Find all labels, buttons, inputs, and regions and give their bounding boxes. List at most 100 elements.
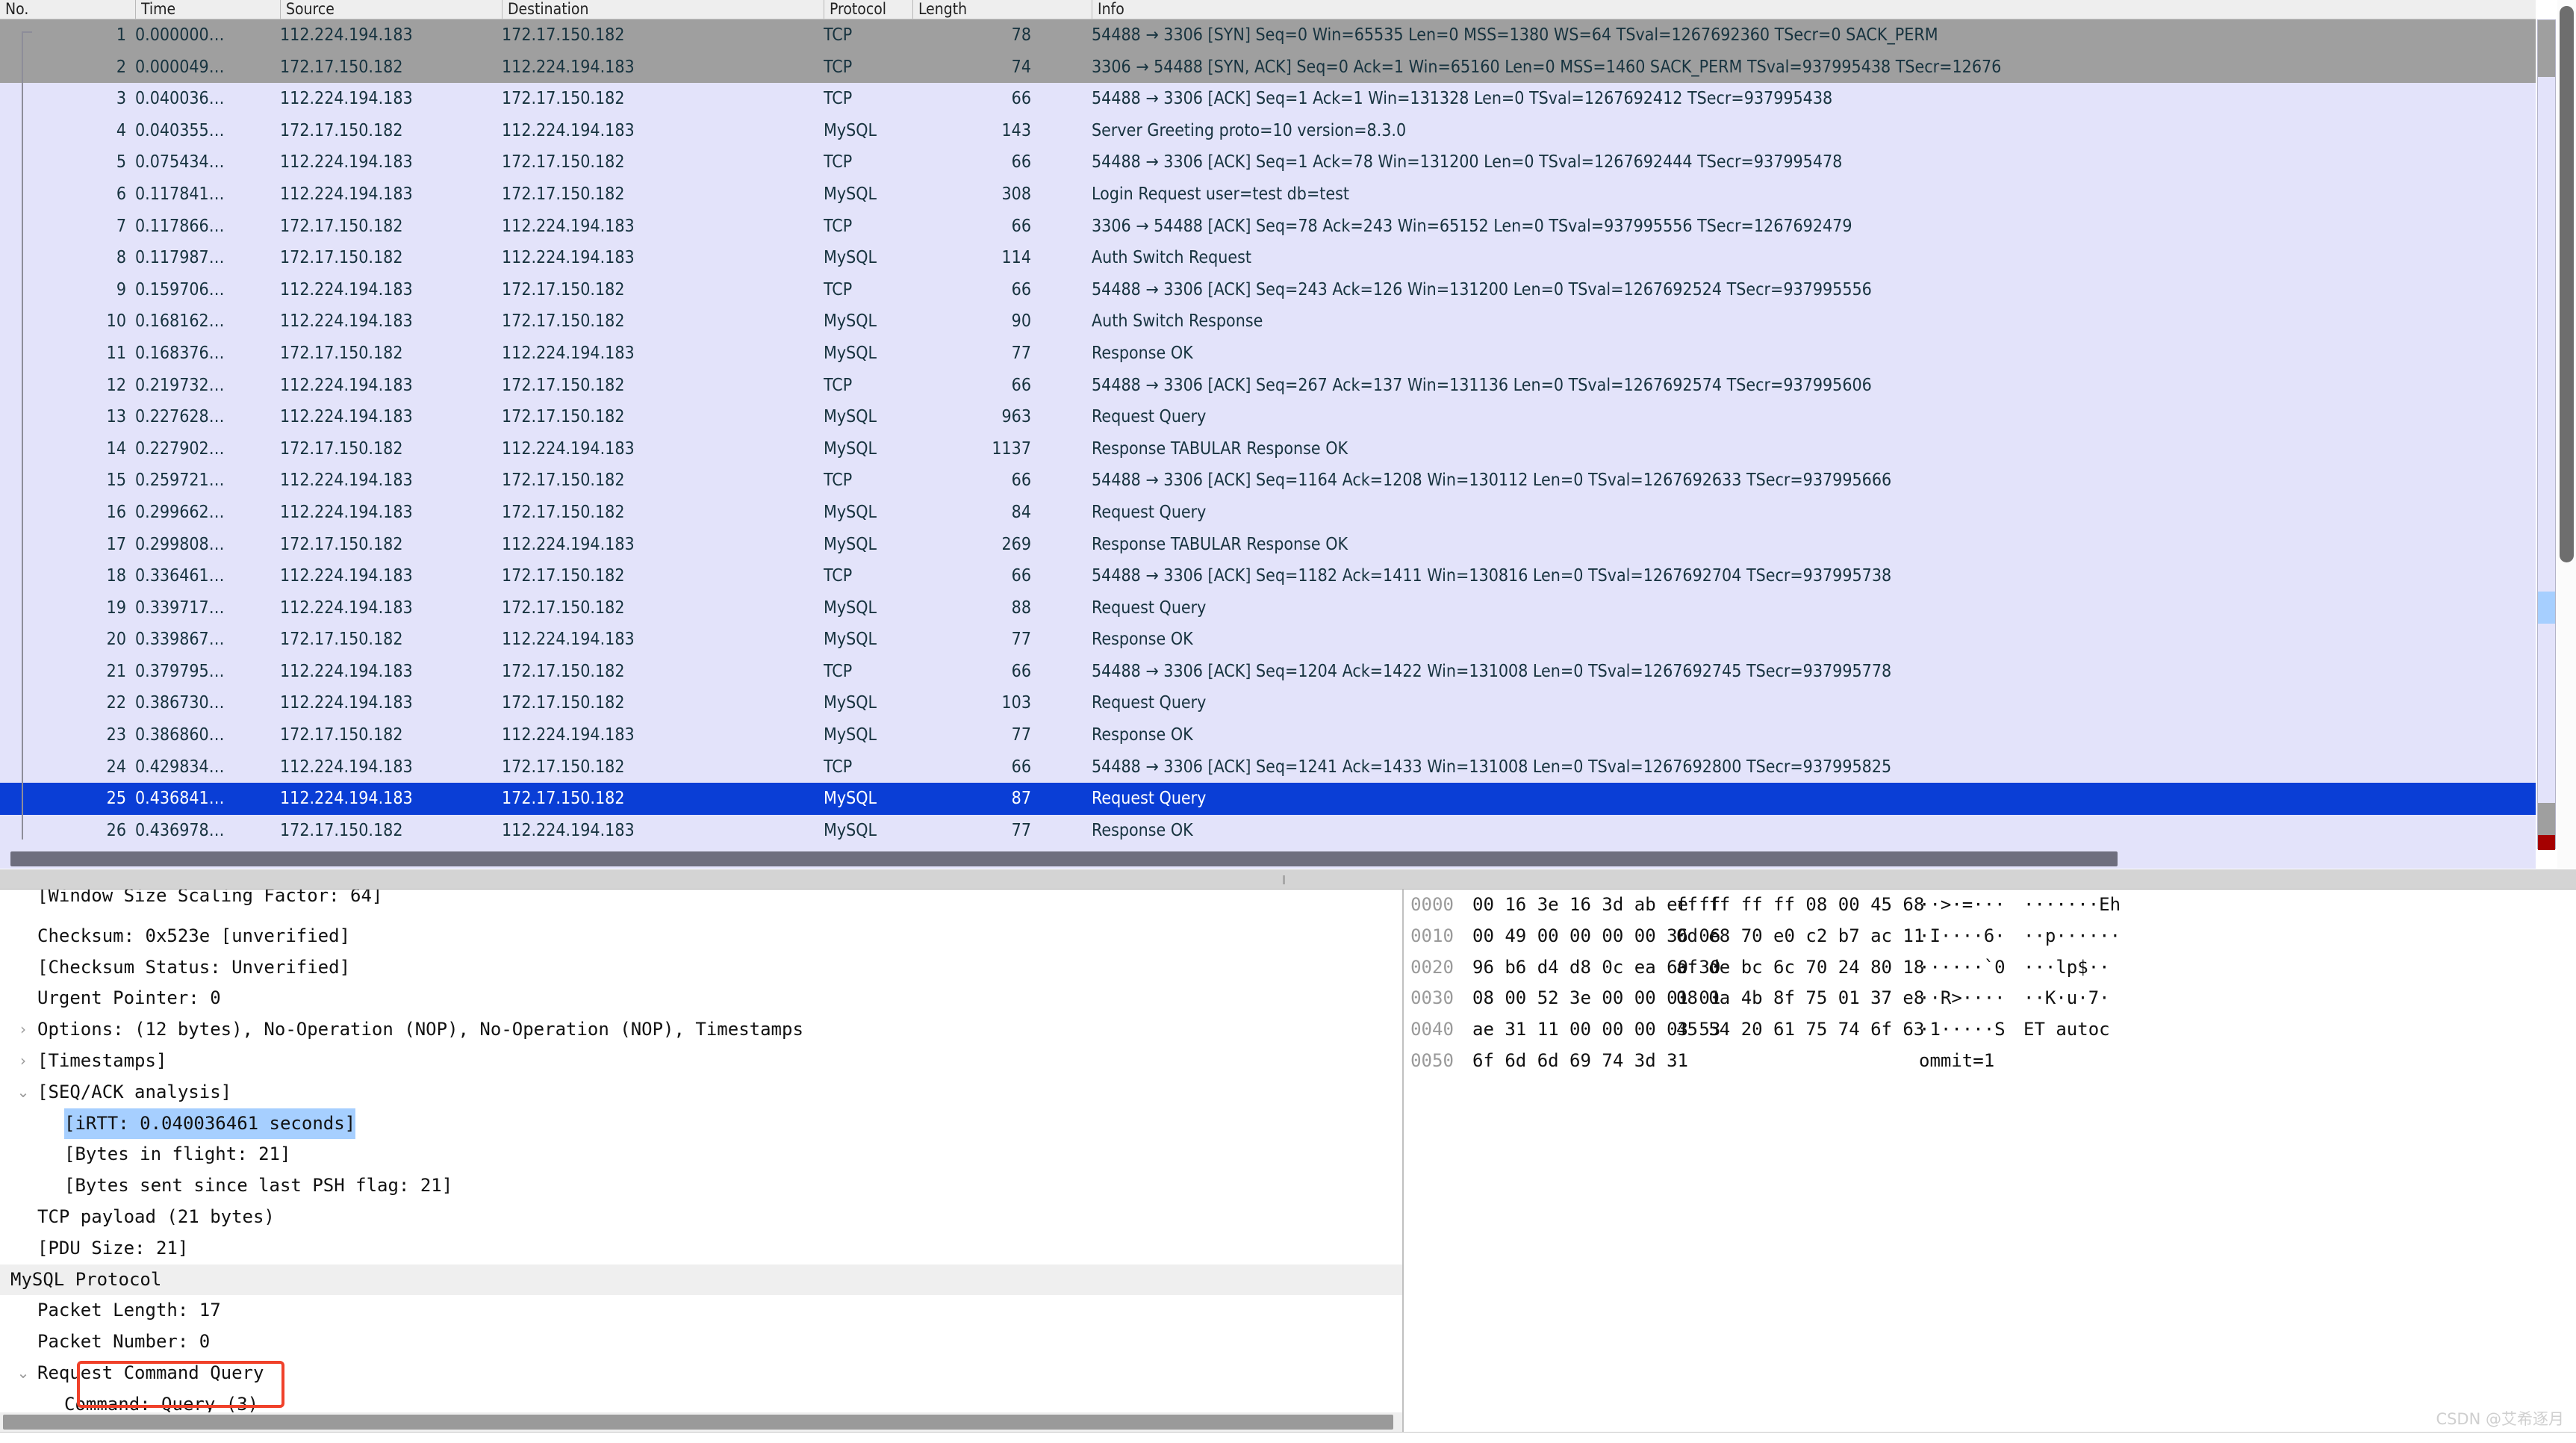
cell-len: 66 [1011,566,1031,586]
cell-src: 112.224.194.183 [280,407,413,427]
chevron-right-icon[interactable]: › [15,1014,31,1046]
column-header-no[interactable]: No. [0,0,135,19]
detail-tree-row[interactable]: Checksum: 0x523e [unverified] [0,921,1404,952]
cell-dst: 172.17.150.182 [502,375,625,395]
table-row[interactable]: 1 0.000000… 112.224.194.183 172.17.150.182 T… [0,19,2536,52]
detail-tree-row[interactable]: › [Timestamps] [0,1046,1404,1077]
table-row[interactable]: 21 0.379795… 112.224.194.183 172.17.150.182… [0,655,2536,688]
chevron-down-icon[interactable]: ⌄ [15,1358,31,1389]
hex-dump-row[interactable]: 0030 08 00 52 3e 00 00 01 01 08 0a 4b 8f 7… [1404,983,2576,1014]
detail-tree-row[interactable]: [Checksum Status: Unverified] [0,952,1404,984]
table-row[interactable]: 24 0.429834… 112.224.194.183 172.17.150.182… [0,751,2536,783]
table-row[interactable]: 17 0.299808… 172.17.150.182 112.224.194.183… [0,528,2536,561]
cell-time: 0.299808… [135,534,225,554]
table-row[interactable]: 19 0.339717… 112.224.194.183 172.17.150.182… [0,592,2536,624]
packet-list-header[interactable]: No. Time Source Destination Protocol Length In… [0,0,2536,19]
detail-tree-row[interactable]: [Window Size Scaling Factor: 64] [0,890,1404,921]
table-row[interactable]: 9 0.159706… 112.224.194.183 172.17.150.182 T… [0,273,2536,306]
detail-tree-row[interactable]: Packet Length: 17 [0,1295,1404,1326]
table-row[interactable]: 12 0.219732… 112.224.194.183 172.17.150.182… [0,369,2536,402]
cell-info: 54488 → 3306 [SYN] Seq=0 Win=65535 Len=0… [1092,25,1938,45]
hex-bytes-second-half: 08 0a 4b 8f 75 01 37 e8 [1676,987,1925,1009]
intelligent-scrollbar-minimap[interactable] [2537,19,2556,850]
detail-pane-horizontal-scrollbar[interactable] [0,1412,1402,1432]
table-row[interactable]: 25 0.436841… 112.224.194.183 172.17.150.182… [0,783,2536,815]
cell-proto: TCP [824,25,853,45]
table-row[interactable]: 23 0.386860… 172.17.150.182 112.224.194.183… [0,719,2536,751]
detail-tree-row[interactable]: › Options: (12 bytes), No-Operation (NOP)… [0,1014,1404,1046]
cell-proto: MySQL [824,343,877,363]
column-header-source[interactable]: Source [280,0,502,19]
cell-no: 13 [106,407,126,427]
detail-tree-row[interactable]: TCP payload (21 bytes) [0,1202,1404,1233]
table-row[interactable]: 2 0.000049… 172.17.150.182 112.224.194.183 T… [0,51,2536,84]
column-header-protocol[interactable]: Protocol [824,0,912,19]
column-header-time[interactable]: Time [135,0,280,19]
table-row[interactable]: 10 0.168162… 112.224.194.183 172.17.150.182… [0,305,2536,338]
cell-info: 54488 → 3306 [ACK] Seq=1204 Ack=1422 Win… [1092,661,1892,681]
table-row[interactable]: 3 0.040036… 112.224.194.183 172.17.150.182 T… [0,83,2536,115]
cell-info: 3306 → 54488 [ACK] Seq=78 Ack=243 Win=65… [1092,216,1852,236]
column-header-destination[interactable]: Destination [502,0,824,19]
hex-ascii-first-half: ······`0 [1919,956,2006,978]
detail-tree-row[interactable]: Command: Query (3) [0,1389,1404,1412]
packet-details-pane[interactable]: [Window Size Scaling Factor: 64] Checksum… [0,890,1404,1412]
detail-tree-row[interactable]: ⌄ MySQL Protocol [0,1264,1404,1296]
cell-src: 112.224.194.183 [280,661,413,681]
column-header-info[interactable]: Info [1092,0,2536,19]
table-row[interactable]: 13 0.227628… 112.224.194.183 172.17.150.182… [0,401,2536,433]
hex-ascii-first-half: ··R>···· [1919,987,2006,1009]
table-row[interactable]: 26 0.436978… 172.17.150.182 112.224.194.183… [0,814,2536,847]
hex-dump-row[interactable]: 0000 00 16 3e 16 3d ab ee ff ff ff ff ff 0… [1404,890,2576,921]
table-row[interactable]: 22 0.386730… 112.224.194.183 172.17.150.182… [0,687,2536,720]
cell-dst: 172.17.150.182 [502,311,625,332]
detail-tree-row[interactable]: [Bytes in flight: 21] [0,1139,1404,1170]
table-row[interactable]: 14 0.227902… 172.17.150.182 112.224.194.183… [0,432,2536,465]
cell-no: 22 [106,693,126,713]
detail-tree-row[interactable]: Urgent Pointer: 0 [0,983,1404,1014]
cell-src: 172.17.150.182 [280,248,403,268]
table-row[interactable]: 4 0.040355… 172.17.150.182 112.224.194.183 M… [0,114,2536,147]
packet-list-vscroll-thumb[interactable] [2560,6,2574,562]
cell-proto: MySQL [824,311,877,332]
table-row[interactable]: 5 0.075434… 112.224.194.183 172.17.150.182 T… [0,146,2536,179]
table-row[interactable]: 8 0.117987… 172.17.150.182 112.224.194.183 M… [0,242,2536,274]
detail-pane-hscroll-thumb[interactable] [3,1415,1393,1430]
table-row[interactable]: 18 0.336461… 112.224.194.183 172.17.150.182… [0,560,2536,592]
detail-tree-row[interactable]: [PDU Size: 21] [0,1233,1404,1264]
packet-list-hscroll-thumb[interactable] [10,851,2118,866]
packet-list-pane[interactable]: No. Time Source Destination Protocol Length In… [0,0,2576,869]
detail-row-label: Request Command Query [37,1362,264,1383]
detail-tree-row[interactable]: Packet Number: 0 [0,1326,1404,1358]
packet-list-vertical-scrollbar[interactable] [2557,0,2576,869]
hex-dump-row[interactable]: 0020 96 b6 d4 d8 0c ea 60 30 af de bc 6c 7… [1404,952,2576,984]
hex-ascii-second-half: ···lp$·· [2023,956,2110,978]
hex-dump-row[interactable]: 0040 ae 31 11 00 00 00 03 53 45 54 20 61 7… [1404,1014,2576,1046]
pane-splitter[interactable] [0,869,2576,890]
chevron-down-icon[interactable]: ⌄ [15,1077,31,1108]
cell-len: 87 [1011,789,1031,809]
packet-list-horizontal-scrollbar[interactable] [0,849,2536,869]
detail-tree-row[interactable]: ⌄ Request Command Query [0,1358,1404,1389]
table-row[interactable]: 15 0.259721… 112.224.194.183 172.17.150.182… [0,465,2536,497]
table-row[interactable]: 11 0.168376… 172.17.150.182 112.224.194.183… [0,337,2536,370]
column-header-length[interactable]: Length [912,0,1092,19]
cell-src: 112.224.194.183 [280,566,413,586]
detail-tree-row[interactable]: ⌄ [SEQ/ACK analysis] [0,1077,1404,1108]
cell-src: 172.17.150.182 [280,57,403,77]
detail-tree-row[interactable]: [iRTT: 0.040036461 seconds] [0,1108,1404,1140]
chevron-down-icon[interactable]: ⌄ [0,1264,4,1296]
cell-info: Request Query [1092,693,1207,713]
packet-list-rows[interactable]: 1 0.000000… 112.224.194.183 172.17.150.182 T… [0,19,2536,849]
table-row[interactable]: 7 0.117866… 172.17.150.182 112.224.194.183 T… [0,210,2536,243]
table-row[interactable]: 6 0.117841… 112.224.194.183 172.17.150.182 M… [0,178,2536,211]
chevron-right-icon[interactable]: › [15,1046,31,1077]
hex-dump-row[interactable]: 0050 6f 6d 6d 69 74 3d 31 ommit=1 [1404,1046,2576,1077]
cell-proto: MySQL [824,502,877,522]
table-row[interactable]: 16 0.299662… 112.224.194.183 172.17.150.182… [0,496,2536,529]
detail-tree-row[interactable]: [Bytes sent since last PSH flag: 21] [0,1170,1404,1202]
packet-bytes-pane[interactable]: 0000 00 16 3e 16 3d ab ee ff ff ff ff ff 0… [1404,890,2576,1432]
hex-dump-row[interactable]: 0010 00 49 00 00 00 00 36 06 0d e8 70 e0 c… [1404,921,2576,952]
table-row[interactable]: 20 0.339867… 172.17.150.182 112.224.194.183… [0,624,2536,656]
